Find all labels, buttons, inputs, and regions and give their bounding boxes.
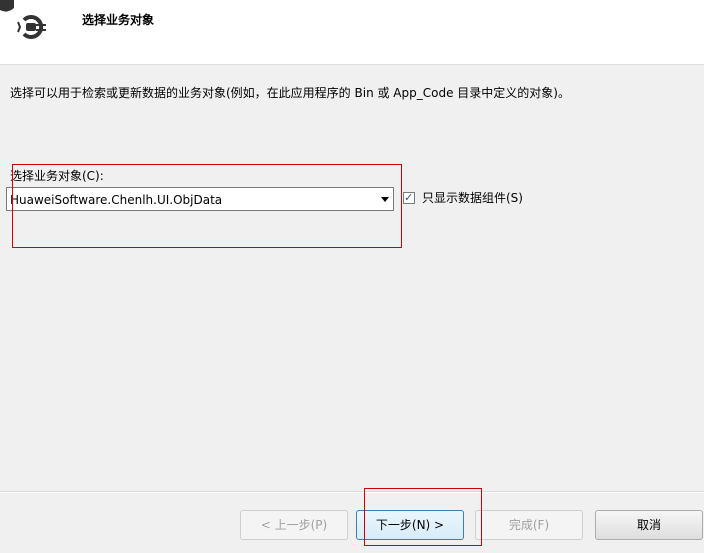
data-components-only-label[interactable]: 只显示数据组件(S) — [422, 189, 523, 206]
footer-divider — [0, 491, 704, 493]
previous-button[interactable]: < 上一步(P) — [240, 510, 348, 540]
business-object-value: HuaweiSoftware.Chenlh.UI.ObjData — [10, 193, 223, 207]
data-components-only-checkbox[interactable]: ✓ — [403, 191, 415, 204]
wizard-header: 选择业务对象 — [0, 0, 704, 65]
cancel-button[interactable]: 取消 — [595, 510, 703, 540]
next-button[interactable]: 下一步(N) > — [356, 510, 464, 540]
finish-button[interactable]: 完成(F) — [475, 510, 583, 540]
page-title: 选择业务对象 — [82, 13, 155, 27]
business-object-label: 选择业务对象(C): — [10, 169, 104, 183]
description-text: 选择可以用于检索或更新数据的业务对象(例如，在此应用程序的 Bin 或 App_… — [10, 86, 570, 100]
chevron-down-icon[interactable] — [381, 197, 389, 202]
plug-icon — [0, 0, 46, 39]
checkmark-icon: ✓ — [404, 191, 414, 204]
business-object-dropdown[interactable]: HuaweiSoftware.Chenlh.UI.ObjData — [6, 187, 394, 211]
